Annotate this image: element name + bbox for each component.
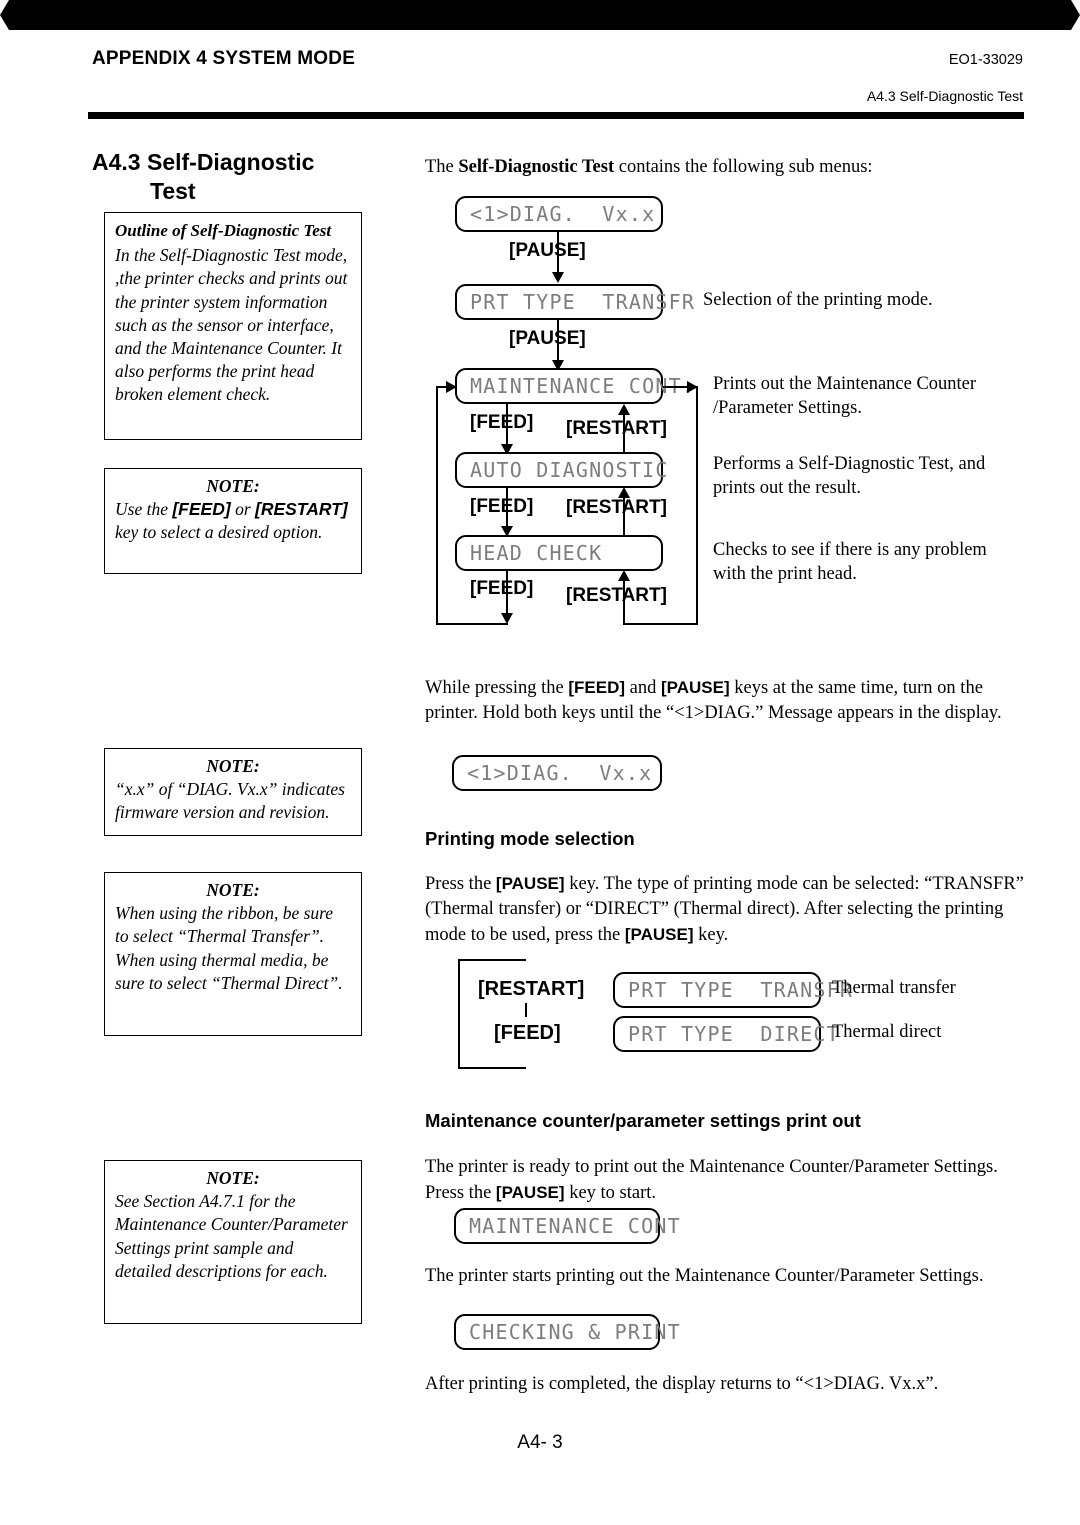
note-title: NOTE: [206,880,260,900]
printing-mode-diagram: [RESTART] [FEED] PRT TYPE TRANSFR Therma… [0,0,1080,1069]
maintenance-printout-heading: Maintenance counter/parameter settings p… [425,1110,861,1131]
startup-text-a: While pressing the [425,678,569,698]
feed-key-label-2: [FEED] [470,496,534,517]
section-number: A4.3 [92,149,141,175]
page-title: A4.3 Self-Diagnostic Test [92,148,382,206]
flow-loop-feed-bottom [436,623,508,625]
intro-paragraph: The Self-Diagnostic Test contains the fo… [425,155,1025,180]
arrow-down-icon [552,272,564,283]
lcd-prt-type-direct: PRT TYPE DIRECT [613,1016,839,1052]
note-callout-firmware-version: NOTE: “x.x” of “DIAG. Vx.x” indicates fi… [104,748,362,836]
outline-callout-title: Outline of Self-Diagnostic Test [115,221,332,240]
feed-key-label-pm: [FEED] [494,1022,561,1044]
note-body: See Section A4.7.1 for the Maintenance C… [115,1191,348,1281]
note-callout-ribbon-media: NOTE: When using the ribbon, be sure to … [104,872,362,1036]
document-page: APPENDIX 4 SYSTEM MODE EO1-33029 A4.3 Se… [0,0,1080,1525]
arrow-up-icon [618,570,630,581]
restart-key-label-2: [RESTART] [566,497,667,518]
desc-maintenance: Prints out the Maintenance Counter /Para… [713,374,977,418]
header-rule [88,112,1024,119]
lcd-checking-print-box: CHECKING & PRINT [454,1314,680,1350]
lcd-diag-box: <1>DIAG. Vx.x [455,196,663,232]
note-title: NOTE: [206,1168,260,1188]
maintenance-printout-paragraph-1: The printer is ready to print out the Ma… [425,1155,1025,1206]
outline-callout-body: In the Self-Diagnostic Test mode, ,the p… [115,245,348,405]
lcd-head-check-box: HEAD CHECK [455,535,663,571]
desc-thermal-direct: Thermal direct [832,1022,942,1042]
pause-key-label-2: [PAUSE] [509,328,586,349]
note-callout-feed-restart: NOTE: Use the [FEED] or [RESTART] key to… [104,468,362,574]
startup-text-b: and [625,678,661,698]
note-title: NOTE: [206,476,260,496]
desc-auto-diagnostic: Performs a Self-Diagnostic Test, and pri… [713,454,986,498]
flow-loop-restart-right [696,386,698,625]
lcd-maintenance-cont-box: MAINTENANCE CONT [454,1208,680,1244]
feed-key-label-1: [FEED] [470,412,534,433]
printing-mode-paragraph: Press the [PAUSE] key. The type of print… [425,871,1025,948]
note-body: “x.x” of “DIAG. Vx.x” indicates firmware… [115,779,345,823]
arrow-right-icon [446,381,457,393]
note-body: When using the ribbon, be sure to select… [115,903,343,993]
arrow-up-icon [0,0,1080,15]
flow-loop-feed-left [436,386,438,625]
pm-text-c: key. [693,925,729,945]
mp-text-b: key to start. [564,1183,657,1203]
note-body-pre: Use the [115,499,173,520]
arrow-down-icon [0,15,1080,30]
section-title-line2: Test [150,178,196,204]
header-appendix-title: APPENDIX 4 SYSTEM MODE [92,48,356,69]
note-body-post: key to select a desired option. [115,522,323,543]
restart-key-label-1: [RESTART] [566,418,667,439]
lcd-maintenance-box: MAINTENANCE CONT. [455,368,694,404]
page-number: A4- 3 [517,1432,563,1453]
pm-loop-left [458,959,460,1069]
maintenance-printout-paragraph-2: The printer starts printing out the Main… [425,1266,984,1286]
note-body-mid: or [230,499,255,520]
lcd-startup-diag-box: <1>DIAG. Vx.x [452,755,662,791]
pm-text-a: Press the [425,874,496,894]
pause-key-label-1: [PAUSE] [509,240,586,261]
intro-bold: Self-Diagnostic Test [458,157,615,177]
feed-key-inline: [FEED] [568,678,626,697]
printing-mode-heading: Printing mode selection [425,828,635,849]
lcd-prt-type-transfer: PRT TYPE TRANSFR [613,972,852,1008]
outline-callout-box: Outline of Self-Diagnostic Test In the S… [104,212,362,440]
flow-loop-restart-bottom [623,623,698,625]
arrow-up-icon [618,404,630,415]
restart-key-label: [RESTART] [255,499,348,520]
desc-prt-type: Selection of the printing mode. [703,290,933,310]
lcd-prt-type-box: PRT TYPE TRANSFR [455,284,694,320]
feed-key-label: [FEED] [172,499,231,520]
pm-loop-center-dash [525,1003,527,1017]
pause-key-inline: [PAUSE] [495,1183,565,1202]
restart-key-label-pm: [RESTART] [478,978,585,1000]
restart-key-label-3: [RESTART] [566,585,667,606]
intro-post: contains the following sub menus: [614,157,873,177]
intro-pre: The [425,157,459,177]
startup-paragraph: While pressing the [FEED] and [PAUSE] ke… [425,675,1025,726]
pause-key-inline-2: [PAUSE] [624,925,694,944]
header-section-reference: A4.3 Self-Diagnostic Test [866,88,1023,104]
pause-key-inline: [PAUSE] [660,678,730,697]
desc-head-check: Checks to see if there is any problem wi… [713,540,987,584]
pm-loop-top [458,959,526,961]
pause-key-inline: [PAUSE] [495,874,565,893]
section-title-line1: Self-Diagnostic [146,149,315,175]
header-document-code: EO1-33029 [948,52,1023,68]
pm-loop-bottom [458,1067,526,1069]
note-body: Use the [FEED] or [RESTART] key to selec… [115,498,351,544]
lcd-auto-diagnostic-box: AUTO DIAGNOSTIC [455,452,667,488]
desc-thermal-transfer: Thermal transfer [832,978,956,998]
feed-key-label-3: [FEED] [470,578,534,599]
note-title: NOTE: [206,756,260,776]
maintenance-printout-paragraph-3: After printing is completed, the display… [425,1374,939,1394]
note-callout-section-reference: NOTE: See Section A4.7.1 for the Mainten… [104,1160,362,1324]
